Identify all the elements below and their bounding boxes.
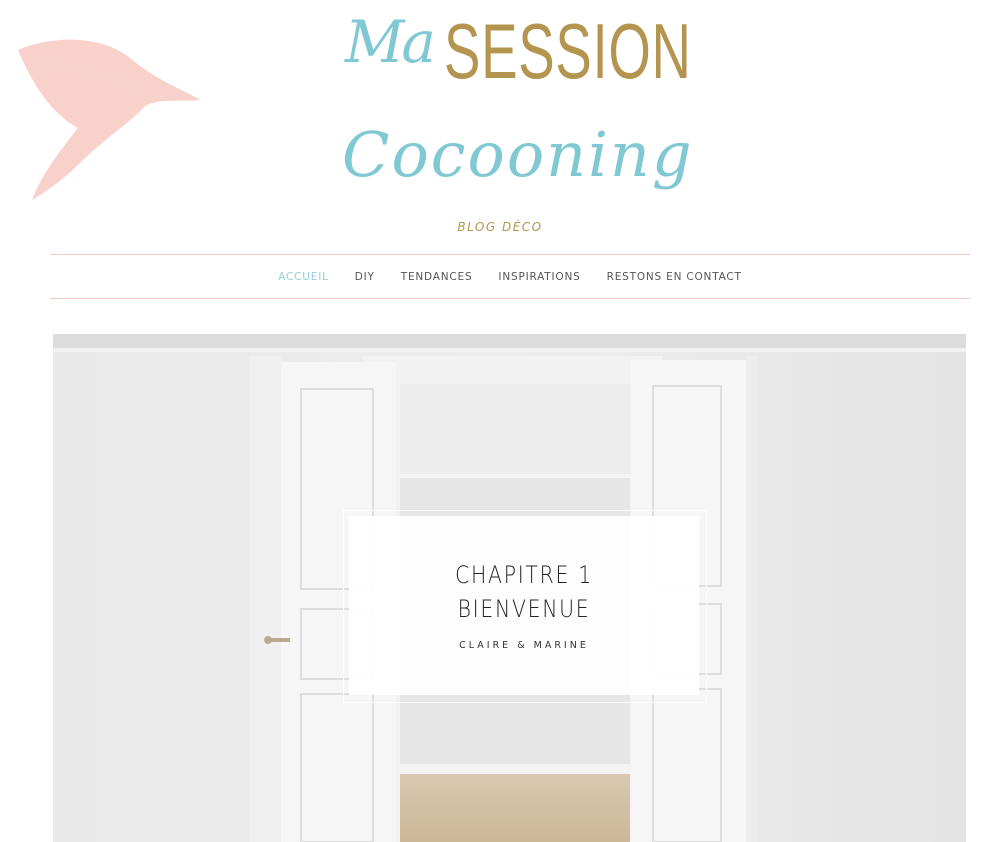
site-logo[interactable]: Ma SESSION Cocooning [0,0,1000,245]
logo-ma-text: Ma [345,8,436,76]
hero-card[interactable]: CHAPITRE 1 BIENVENUE CLAIRE & MARINE [349,516,699,695]
nav-item-diy[interactable]: DIY [342,271,388,283]
logo-cocooning-text: Cocooning [342,118,694,191]
main-navigation: ACCUEIL DIY TENDANCES INSPIRATIONS RESTO… [50,254,970,299]
nav-item-accueil[interactable]: ACCUEIL [265,271,342,283]
nav-item-inspirations[interactable]: INSPIRATIONS [485,271,593,283]
hero-title-line2: BIENVENUE [457,595,591,623]
logo-session-text: SESSION [444,7,692,95]
hero-card-authors: CLAIRE & MARINE [459,640,589,651]
hero-card-title: CHAPITRE 1 BIENVENUE [375,558,673,626]
nav-item-restons-en-contact[interactable]: RESTONS EN CONTACT [594,271,755,283]
hero-title-line1: CHAPITRE 1 [455,561,593,589]
site-tagline: BLOG DÉCO [457,220,543,234]
nav-item-tendances[interactable]: TENDANCES [388,271,486,283]
